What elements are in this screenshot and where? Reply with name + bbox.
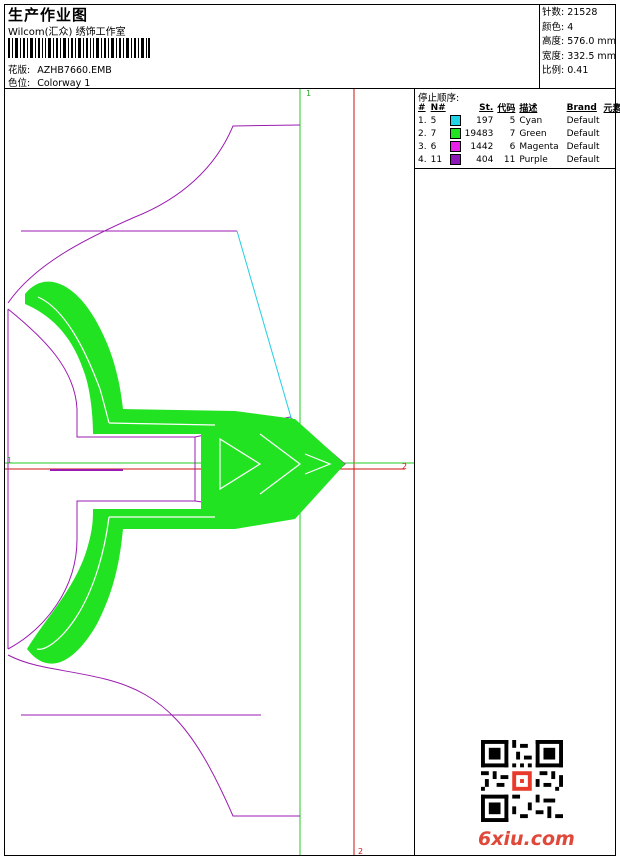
cell-desc: Purple — [519, 154, 548, 165]
cell-desc: Green — [519, 128, 547, 139]
col-header-stitches: St. — [479, 102, 494, 113]
cell-stitches: 1442 — [470, 141, 494, 152]
cell-index: 4. — [418, 154, 427, 165]
col-header-needle: N# — [430, 102, 446, 113]
cell-element — [602, 127, 620, 140]
cell-stitches: 197 — [476, 115, 494, 126]
cell-needle: 6 — [430, 141, 437, 152]
cell-brand: Default — [566, 115, 600, 126]
page-title: 生产作业图 — [8, 6, 89, 24]
colorway-label: 色位: — [8, 78, 31, 89]
company-name: Wilcom(汇众) 绣饰工作室 — [8, 27, 126, 38]
design-scale: 比例: 0.41 — [542, 65, 589, 76]
col-header-index: # — [418, 102, 426, 113]
design-height: 高度: 576.0 mm — [542, 36, 616, 47]
stats-divider — [539, 5, 540, 88]
color-swatch — [449, 154, 461, 165]
design-canvas — [5, 89, 414, 855]
cell-brand: Default — [566, 141, 600, 152]
cell-swatch — [448, 127, 463, 140]
cell-needle: 7 — [430, 128, 437, 139]
cyan-guide-line — [236, 230, 293, 422]
color-swatch — [449, 115, 461, 126]
cell-swatch — [448, 114, 463, 127]
cell-brand: Default — [566, 154, 600, 165]
cell-element — [602, 114, 620, 127]
col-header-code: 代码 — [497, 104, 516, 114]
table-row: 3. 6 1442 6 Magenta Default — [416, 140, 620, 153]
qr-code — [481, 740, 563, 822]
cell-brand: Default — [566, 128, 600, 139]
cell-index: 2. — [418, 128, 427, 139]
table-row: 2. 7 19483 7 Green Default — [416, 127, 620, 140]
cell-code: 6 — [509, 141, 516, 152]
cell-index: 1. — [418, 115, 427, 126]
cell-swatch — [448, 140, 463, 153]
cell-stitches: 19483 — [464, 128, 494, 139]
stats-panel: 针数: 21528 颜色: 4 高度: 576.0 mm 宽度: 332.5 m… — [542, 6, 616, 79]
cell-index: 3. — [418, 141, 427, 152]
design-width: 宽度: 332.5 mm — [542, 50, 616, 62]
col-header-swatch — [448, 101, 463, 114]
cell-desc: Cyan — [519, 115, 543, 126]
axis-label-green-top: 1 — [306, 89, 312, 98]
axis-label-red-bottom: 2 — [358, 847, 364, 856]
cell-code: 7 — [509, 128, 516, 139]
cell-needle: 11 — [430, 154, 443, 165]
panel-bottom-divider — [415, 168, 615, 169]
watermark-logo: 6xiu.com — [478, 828, 575, 850]
design-file-line: 花版: AZHB7660.EMB — [8, 62, 112, 76]
cell-code: 11 — [503, 154, 516, 165]
color-count: 颜色: 4 — [542, 21, 574, 33]
axis-label-green-left: 1 — [7, 456, 13, 465]
design-fill — [25, 281, 345, 664]
cell-swatch — [448, 153, 463, 166]
colorway-name: Colorway 1 — [37, 78, 91, 89]
table-row: 1. 5 197 5 Cyan Default — [416, 114, 620, 127]
cell-element — [602, 140, 620, 153]
stitch-count: 针数: 21528 — [542, 7, 598, 18]
colorway-line: 色位: Colorway 1 — [8, 75, 90, 89]
stop-sequence-table: # N# St. 代码 描述 Brand 元素 1. 5 197 5 Cyan Defau… — [416, 101, 620, 166]
cell-element — [602, 153, 620, 166]
col-header-desc: 描述 — [519, 104, 538, 114]
axis-label-red-right: 2 — [402, 462, 408, 471]
cell-desc: Magenta — [519, 141, 559, 152]
cell-code: 5 — [509, 115, 516, 126]
cell-needle: 5 — [430, 115, 437, 126]
color-swatch — [449, 128, 461, 139]
col-header-brand: Brand — [566, 102, 597, 113]
table-row: 4. 11 404 11 Purple Default — [416, 153, 620, 166]
col-header-element: 元素 — [603, 104, 620, 114]
barcode — [8, 38, 150, 58]
cell-stitches: 404 — [476, 154, 494, 165]
table-header-row: # N# St. 代码 描述 Brand 元素 — [416, 101, 620, 115]
color-swatch — [449, 141, 461, 152]
panel-divider — [414, 89, 415, 855]
